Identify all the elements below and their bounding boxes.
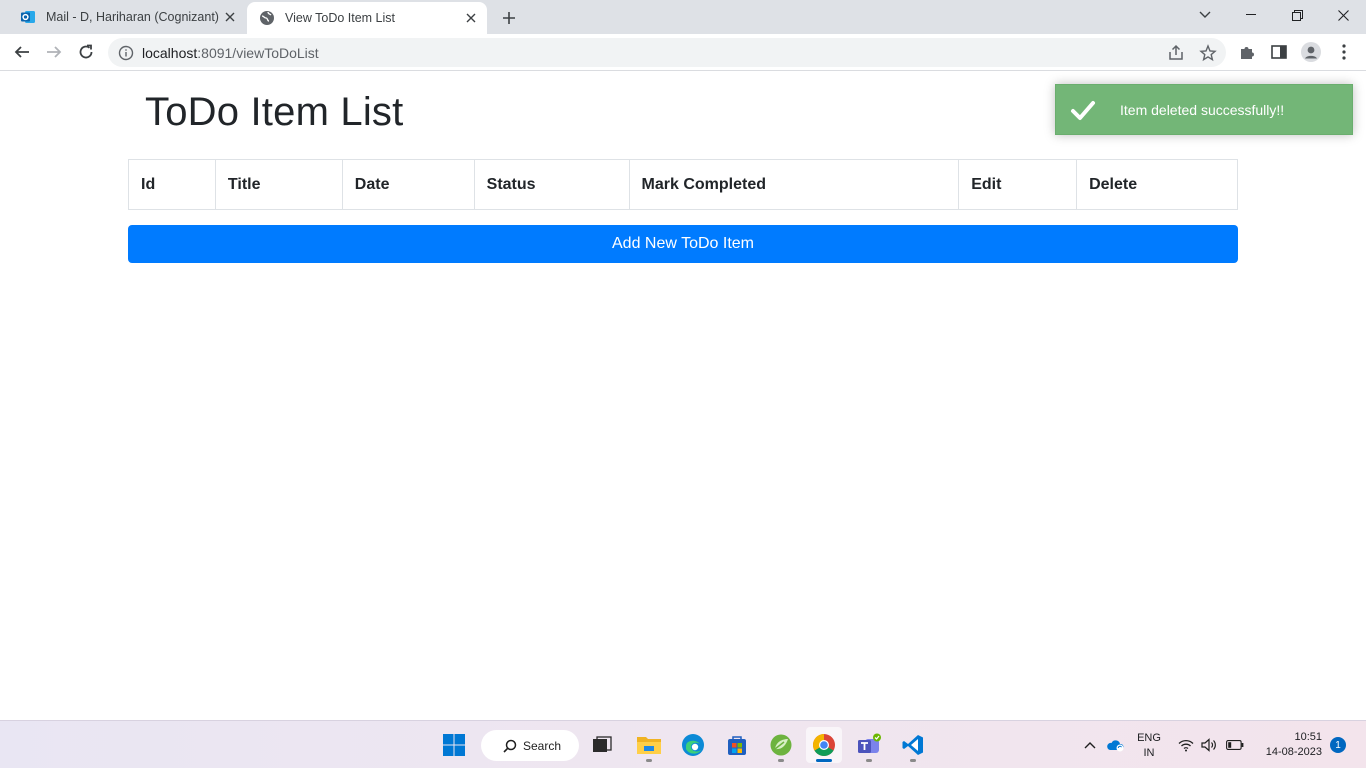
battery-icon[interactable] (1226, 721, 1244, 768)
success-toast[interactable]: Item deleted successfully!! (1055, 84, 1353, 135)
close-icon[interactable] (220, 7, 240, 27)
bookmark-star-icon[interactable] (1199, 44, 1217, 62)
search-icon (503, 739, 517, 753)
onedrive-sync-icon[interactable] (1106, 721, 1124, 768)
restore-button[interactable] (1274, 0, 1320, 30)
browser-toolbar: localhost:8091/viewToDoList (0, 34, 1366, 71)
back-button[interactable] (8, 38, 36, 66)
taskbar-search[interactable]: Search (481, 730, 579, 761)
toast-message: Item deleted successfully!! (1120, 101, 1285, 118)
running-indicator (866, 759, 872, 762)
minimize-button[interactable] (1228, 0, 1274, 30)
kebab-menu-icon[interactable] (1334, 42, 1354, 62)
tab-strip: Mail - D, Hariharan (Cognizant) - Outloo… (0, 0, 1366, 34)
show-hidden-icons-chevron-icon[interactable] (1083, 721, 1097, 768)
search-label: Search (523, 738, 562, 753)
clock-time: 10:51 (1294, 731, 1322, 743)
volume-icon[interactable] (1201, 721, 1218, 768)
microsoft-teams-icon[interactable] (851, 727, 887, 763)
new-tab-button[interactable] (497, 6, 521, 30)
tab-outlook-mail[interactable]: Mail - D, Hariharan (Cognizant) - Outloo… (8, 0, 246, 34)
forward-button[interactable] (40, 38, 68, 66)
column-header-title: Title (214, 159, 343, 210)
column-header-edit: Edit (958, 159, 1078, 210)
share-icon[interactable] (1167, 44, 1185, 62)
outlook-icon (20, 9, 36, 25)
extensions-puzzle-icon[interactable] (1237, 42, 1257, 62)
address-bar[interactable]: localhost:8091/viewToDoList (108, 38, 1226, 67)
side-panel-icon[interactable] (1269, 42, 1289, 62)
language-code: ENG (1137, 732, 1161, 744)
chrome-browser-icon[interactable] (806, 727, 842, 763)
column-header-date: Date (341, 159, 475, 210)
windows-start-icon[interactable] (436, 727, 472, 763)
url-path: :8091/viewToDoList (197, 44, 319, 61)
file-explorer-icon[interactable] (631, 727, 667, 763)
microsoft-store-icon[interactable] (719, 727, 755, 763)
column-header-status: Status (473, 159, 630, 210)
edge-browser-icon[interactable] (675, 727, 711, 763)
wifi-icon[interactable] (1178, 721, 1194, 768)
close-icon[interactable] (461, 8, 481, 28)
table-header-row: Id Title Date Status Mark Completed Edit… (128, 159, 1238, 210)
input-language-indicator[interactable]: ENG IN (1137, 731, 1161, 761)
checkmark-icon (1070, 97, 1096, 123)
info-icon[interactable] (118, 45, 134, 61)
globe-icon (259, 10, 275, 26)
running-indicator (778, 759, 784, 762)
running-indicator (646, 759, 652, 762)
vscode-icon[interactable] (895, 727, 931, 763)
running-indicator (910, 759, 916, 762)
task-view-icon[interactable] (584, 727, 620, 763)
windows-taskbar: Search ENG IN 10:51 14-08-2023 1 (0, 720, 1366, 768)
tab-view-todo-list[interactable]: View ToDo Item List (247, 2, 487, 34)
region-code: IN (1143, 747, 1155, 759)
active-indicator (816, 759, 832, 762)
todo-table: Id Title Date Status Mark Completed Edit… (128, 159, 1238, 210)
column-header-mark-completed: Mark Completed (628, 159, 960, 210)
clock-date: 14-08-2023 (1265, 746, 1322, 758)
page-content: ToDo Item List Id Title Date Status Mark… (0, 71, 1366, 720)
column-header-delete: Delete (1076, 159, 1238, 210)
tab-title: Mail - D, Hariharan (Cognizant) - Outloo… (46, 10, 220, 24)
system-clock[interactable]: 10:51 14-08-2023 (1252, 730, 1322, 760)
notification-badge[interactable]: 1 (1330, 737, 1346, 753)
tab-title: View ToDo Item List (285, 11, 396, 25)
page-title: ToDo Item List (145, 90, 404, 134)
url-text: localhost:8091/viewToDoList (142, 45, 319, 61)
column-header-id: Id (128, 159, 216, 210)
tab-search-chevron-icon[interactable] (1182, 0, 1228, 30)
reload-button[interactable] (72, 38, 100, 66)
close-window-button[interactable] (1320, 0, 1366, 30)
spring-tool-suite-icon[interactable] (763, 727, 799, 763)
url-host: localhost (142, 44, 198, 61)
add-new-todo-button[interactable]: Add New ToDo Item (128, 225, 1238, 263)
profile-avatar-icon[interactable] (1301, 42, 1321, 62)
